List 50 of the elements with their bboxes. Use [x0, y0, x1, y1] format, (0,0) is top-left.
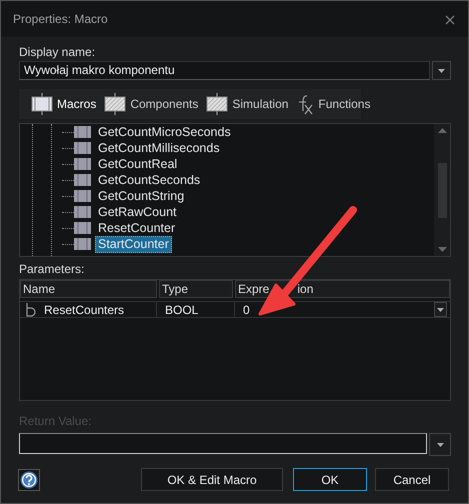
- bool-icon: [26, 302, 36, 316]
- macro-icon: [206, 93, 228, 115]
- dropdown-button[interactable]: [432, 61, 451, 80]
- tab[interactable]: Simulation: [206, 93, 288, 115]
- macro-icon: [74, 238, 91, 250]
- macro-icon: [74, 206, 91, 218]
- window-title: Properties: Macro: [13, 11, 108, 28]
- dialog-button[interactable]: Cancel: [375, 468, 449, 491]
- caret-icon: [437, 308, 444, 312]
- tree-item[interactable]: GetCountReal: [95, 156, 180, 172]
- table-cell-text: ResetCounters: [44, 302, 124, 318]
- macro-icon: [74, 158, 91, 170]
- scroll-down-icon[interactable]: [438, 247, 446, 252]
- tree-item[interactable]: GetCountString: [95, 188, 188, 204]
- macro-icon: [31, 93, 53, 115]
- tab[interactable]: Macros: [31, 93, 96, 115]
- macro-icon: [74, 190, 91, 202]
- caret-icon: [438, 68, 445, 72]
- field-label: Parameters:: [19, 262, 86, 276]
- column-header[interactable]: ion: [297, 282, 314, 296]
- column-header[interactable]: Expre: [238, 282, 270, 296]
- function-icon: [296, 93, 314, 115]
- tree-item[interactable]: GetRawCount: [95, 204, 180, 220]
- scroll-up-icon[interactable]: [438, 128, 446, 133]
- dialog-button[interactable]: OK: [293, 468, 367, 491]
- scrollbar-thumb[interactable]: [438, 162, 446, 218]
- expression-field[interactable]: 0: [243, 300, 250, 318]
- scrollbar[interactable]: [434, 124, 450, 256]
- tree-item[interactable]: StartCounter: [95, 236, 172, 252]
- tab[interactable]: Functions: [296, 93, 370, 115]
- dropdown-button[interactable]: [434, 302, 447, 317]
- macro-icon: [74, 126, 91, 138]
- dropdown-button[interactable]: [429, 433, 451, 456]
- return-value-field[interactable]: [19, 433, 427, 454]
- macro-icon: [74, 174, 91, 186]
- tab[interactable]: Components: [104, 93, 198, 115]
- tree-item[interactable]: GetCountMicroSeconds: [95, 124, 234, 140]
- table-cell-text: BOOL: [165, 302, 198, 318]
- tree-item[interactable]: ResetCounter: [95, 220, 178, 236]
- macro-icon: [74, 142, 91, 154]
- dialog-button[interactable]: OK & Edit Macro: [141, 468, 283, 491]
- field-label: Display name:: [19, 45, 96, 59]
- tree-item[interactable]: GetCountMilliseconds: [95, 140, 223, 156]
- display-name-field[interactable]: Wywołaj makro komponentu: [19, 61, 430, 80]
- macro-icon: [104, 93, 126, 115]
- help-button[interactable]: [18, 468, 40, 490]
- column-header[interactable]: Name: [23, 282, 56, 296]
- macro-icon: [74, 222, 91, 234]
- caret-icon: [436, 442, 444, 446]
- tree-item[interactable]: GetCountSeconds: [95, 172, 204, 188]
